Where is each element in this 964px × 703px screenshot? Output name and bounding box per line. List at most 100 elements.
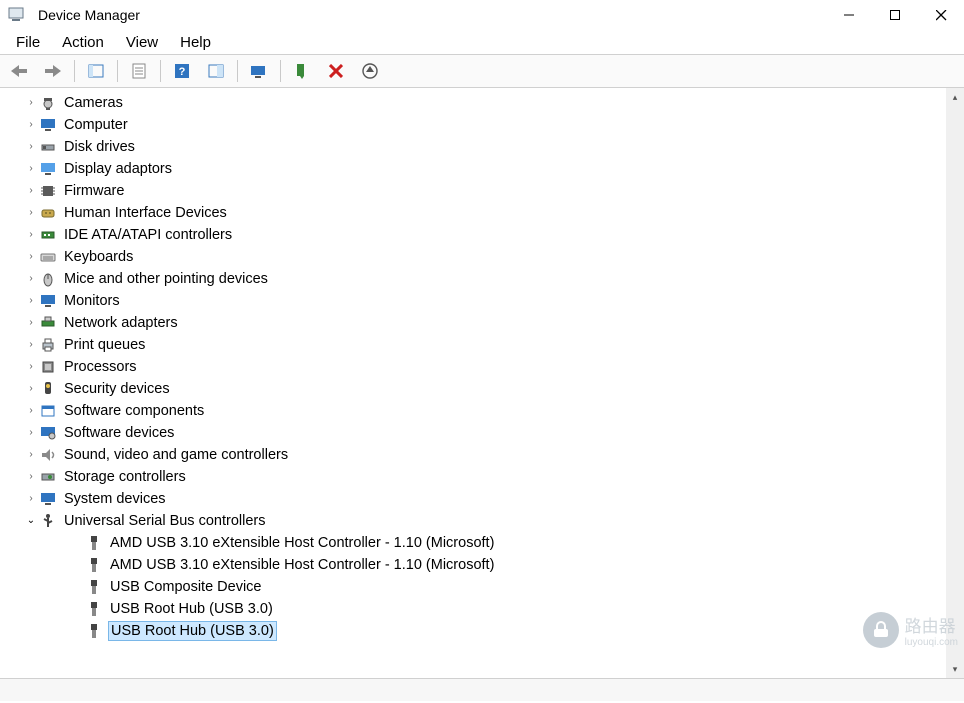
device-item[interactable]: AMD USB 3.10 eXtensible Host Controller …	[6, 532, 946, 554]
device-category[interactable]: › Disk drives	[6, 136, 946, 158]
device-category[interactable]: ›Network adapters	[6, 312, 946, 334]
show-hide-console-tree-button[interactable]	[81, 57, 111, 85]
chevron-right-icon[interactable]: ›	[24, 158, 38, 180]
properties-button[interactable]	[124, 57, 154, 85]
device-category[interactable]: ›Cameras	[6, 92, 946, 114]
status-bar	[0, 678, 964, 701]
swcomp-icon	[38, 402, 58, 420]
chevron-right-icon[interactable]: ›	[24, 356, 38, 378]
disk-icon	[38, 138, 58, 156]
device-item[interactable]: USB Root Hub (USB 3.0)	[6, 620, 946, 642]
device-category[interactable]: ›Keyboards	[6, 246, 946, 268]
tree-item-label: Sound, video and game controllers	[62, 444, 290, 466]
device-category[interactable]: › System devices	[6, 488, 946, 510]
add-legacy-hardware-button[interactable]	[287, 57, 317, 85]
usb-plug-icon	[84, 622, 104, 640]
device-category[interactable]: ›Human Interface Devices	[6, 202, 946, 224]
help-button[interactable]: ?	[167, 57, 197, 85]
device-category[interactable]: ›Storage controllers	[6, 466, 946, 488]
tree-item-label: USB Root Hub (USB 3.0)	[108, 598, 275, 620]
tree-item-label: Processors	[62, 356, 139, 378]
chevron-right-icon[interactable]: ›	[24, 224, 38, 246]
tree-item-label: Disk drives	[62, 136, 137, 158]
chevron-right-icon[interactable]: ›	[24, 422, 38, 444]
chevron-right-icon[interactable]: ›	[24, 202, 38, 224]
app-icon	[6, 6, 26, 24]
scan-hardware-button[interactable]	[244, 57, 274, 85]
device-category[interactable]: › Sound, video and game controllers	[6, 444, 946, 466]
device-category[interactable]: ›Security devices	[6, 378, 946, 400]
chevron-right-icon[interactable]: ›	[24, 92, 38, 114]
chevron-right-icon[interactable]: ›	[24, 180, 38, 202]
chevron-right-icon[interactable]: ›	[24, 136, 38, 158]
menu-help[interactable]: Help	[170, 31, 221, 54]
usb-plug-icon	[84, 556, 104, 574]
ide-icon	[38, 226, 58, 244]
device-category[interactable]: ⌄Universal Serial Bus controllers	[6, 510, 946, 532]
usb-plug-icon	[84, 534, 104, 552]
device-category[interactable]: › Monitors	[6, 290, 946, 312]
device-category[interactable]: ›Mice and other pointing devices	[6, 268, 946, 290]
device-item[interactable]: USB Root Hub (USB 3.0)	[6, 598, 946, 620]
chevron-right-icon[interactable]: ›	[24, 114, 38, 136]
cpu-icon	[38, 358, 58, 376]
back-button[interactable]	[4, 57, 34, 85]
chevron-right-icon[interactable]: ›	[24, 488, 38, 510]
chevron-right-icon[interactable]: ›	[24, 444, 38, 466]
tree-item-label: Computer	[62, 114, 130, 136]
usb-plug-icon	[84, 578, 104, 596]
maximize-button[interactable]	[872, 0, 918, 30]
keyboard-icon	[38, 248, 58, 266]
usb-icon	[38, 512, 58, 530]
close-button[interactable]	[918, 0, 964, 30]
device-item[interactable]: USB Composite Device	[6, 576, 946, 598]
device-category[interactable]: › Computer	[6, 114, 946, 136]
tree-item-label: System devices	[62, 488, 168, 510]
device-category[interactable]: › Firmware	[6, 180, 946, 202]
device-category[interactable]: ›Software components	[6, 400, 946, 422]
tree-item-label: AMD USB 3.10 eXtensible Host Controller …	[108, 554, 496, 576]
toolbar-separator	[117, 60, 118, 82]
minimize-button[interactable]	[826, 0, 872, 30]
device-category[interactable]: ›IDE ATA/ATAPI controllers	[6, 224, 946, 246]
device-item[interactable]: AMD USB 3.10 eXtensible Host Controller …	[6, 554, 946, 576]
chevron-right-icon[interactable]: ›	[24, 400, 38, 422]
chevron-right-icon[interactable]: ›	[24, 466, 38, 488]
device-category[interactable]: ›Display adaptors	[6, 158, 946, 180]
device-tree[interactable]: ›Cameras›Computer›Disk drives›Display ad…	[0, 88, 946, 678]
tree-item-label: Software devices	[62, 422, 176, 444]
svg-text:?: ?	[179, 66, 186, 78]
menu-view[interactable]: View	[116, 31, 168, 54]
vertical-scrollbar[interactable]: ▴ ▾	[946, 88, 964, 678]
tree-item-label: AMD USB 3.10 eXtensible Host Controller …	[108, 532, 496, 554]
display-icon	[38, 160, 58, 178]
tree-item-label: USB Composite Device	[108, 576, 264, 598]
chevron-right-icon[interactable]: ›	[24, 290, 38, 312]
scroll-up-arrow-icon[interactable]: ▴	[946, 88, 964, 106]
action-center-button[interactable]	[201, 57, 231, 85]
chevron-right-icon[interactable]: ›	[24, 312, 38, 334]
storage-icon	[38, 468, 58, 486]
net-icon	[38, 314, 58, 332]
chevron-right-icon[interactable]: ›	[24, 378, 38, 400]
watermark-brand: 路由器	[905, 612, 958, 637]
chevron-right-icon[interactable]: ›	[24, 246, 38, 268]
menu-action[interactable]: Action	[52, 31, 114, 54]
tree-item-label: Firmware	[62, 180, 126, 202]
menu-bar: File Action View Help	[0, 30, 964, 55]
watermark-icon	[863, 612, 899, 648]
scroll-down-arrow-icon[interactable]: ▾	[946, 660, 964, 678]
update-driver-button[interactable]	[355, 57, 385, 85]
chevron-down-icon[interactable]: ⌄	[24, 510, 38, 532]
device-category[interactable]: › Processors	[6, 356, 946, 378]
device-category[interactable]: › Print queues	[6, 334, 946, 356]
security-icon	[38, 380, 58, 398]
menu-file[interactable]: File	[6, 31, 50, 54]
device-category[interactable]: › Software devices	[6, 422, 946, 444]
tree-item-label: Monitors	[62, 290, 122, 312]
forward-button[interactable]	[38, 57, 68, 85]
chevron-right-icon[interactable]: ›	[24, 268, 38, 290]
uninstall-device-button[interactable]	[321, 57, 351, 85]
tree-item-label: Print queues	[62, 334, 147, 356]
chevron-right-icon[interactable]: ›	[24, 334, 38, 356]
